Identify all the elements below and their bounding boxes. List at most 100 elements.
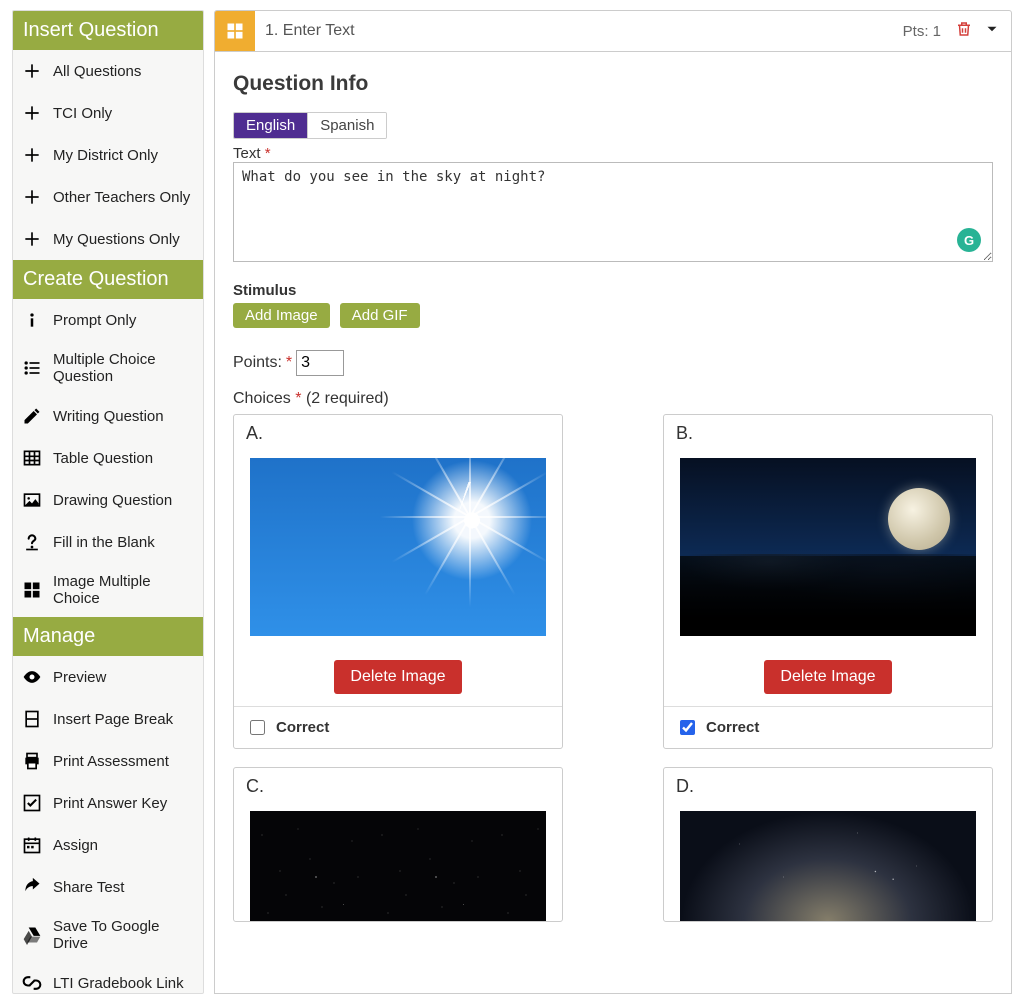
print-icon <box>21 750 43 772</box>
sidebar-item-table-question[interactable]: Table Question <box>13 437 203 479</box>
sidebar-item-label: Image Multiple Choice <box>53 573 195 607</box>
sidebar-item-label: Insert Page Break <box>53 711 173 728</box>
pencil-icon <box>21 405 43 427</box>
correct-label: Correct <box>276 719 329 736</box>
info-icon <box>21 309 43 331</box>
sidebar-section-title: Create Question <box>13 260 203 299</box>
sidebar-item-tci-only[interactable]: TCI Only <box>13 92 203 134</box>
sidebar-item-other-teachers-only[interactable]: Other Teachers Only <box>13 176 203 218</box>
sidebar-item-label: TCI Only <box>53 105 112 122</box>
sidebar-item-my-questions-only[interactable]: My Questions Only <box>13 218 203 260</box>
sidebar-item-insert-page-break[interactable]: Insert Page Break <box>13 698 203 740</box>
choice-letter: C. <box>234 768 562 797</box>
points-input[interactable] <box>296 350 344 376</box>
correct-checkbox[interactable] <box>250 720 265 735</box>
sidebar-item-print-answer-key[interactable]: Print Answer Key <box>13 782 203 824</box>
sidebar-item-my-district-only[interactable]: My District Only <box>13 134 203 176</box>
list-icon <box>21 357 43 379</box>
choice-image <box>234 797 562 921</box>
grammarly-icon[interactable]: G <box>957 228 981 252</box>
points-label: Points: <box>233 354 282 372</box>
sidebar-item-share-test[interactable]: Share Test <box>13 866 203 908</box>
correct-checkbox[interactable] <box>680 720 695 735</box>
sidebar-item-prompt-only[interactable]: Prompt Only <box>13 299 203 341</box>
sidebar-item-image-multiple-choice[interactable]: Image Multiple Choice <box>13 563 203 617</box>
question-info-heading: Question Info <box>233 72 993 96</box>
choice-card: C. <box>233 767 563 922</box>
text-field-label: Text * <box>233 145 993 162</box>
add-gif-button[interactable]: Add GIF <box>340 303 420 328</box>
choice-image <box>664 797 992 921</box>
choice-card: B. Delete Image Correct <box>663 414 993 749</box>
delete-question-icon[interactable] <box>949 20 979 42</box>
delete-image-button[interactable]: Delete Image <box>764 660 891 694</box>
choices-grid: A.Delete ImageCorrectB.Delete ImageCorre… <box>233 414 993 922</box>
question-body: Question Info English Spanish Text * G S… <box>214 52 1012 994</box>
choice-image <box>664 444 992 636</box>
drive-icon <box>21 924 43 946</box>
sidebar-item-assign[interactable]: Assign <box>13 824 203 866</box>
main: 1. Enter Text Pts: 1 Question Info Engli… <box>214 10 1012 994</box>
choice-letter: B. <box>664 415 992 444</box>
sidebar-item-drawing-question[interactable]: Drawing Question <box>13 479 203 521</box>
stimulus-label: Stimulus <box>233 282 993 299</box>
grid-icon <box>21 579 43 601</box>
sidebar-item-label: Table Question <box>53 450 153 467</box>
sidebar-item-label: Writing Question <box>53 408 164 425</box>
sidebar-item-all-questions[interactable]: All Questions <box>13 50 203 92</box>
add-image-button[interactable]: Add Image <box>233 303 330 328</box>
calendar-icon <box>21 834 43 856</box>
correct-row: Correct <box>664 706 992 748</box>
tab-english[interactable]: English <box>234 113 307 138</box>
sidebar-item-label: My District Only <box>53 147 158 164</box>
pagebreak-icon <box>21 708 43 730</box>
sidebar-item-label: Drawing Question <box>53 492 172 509</box>
sidebar-item-label: Assign <box>53 837 98 854</box>
sidebar-item-preview[interactable]: Preview <box>13 656 203 698</box>
delete-image-button[interactable]: Delete Image <box>334 660 461 694</box>
sidebar-item-save-to-google-drive[interactable]: Save To Google Drive <box>13 908 203 962</box>
collapse-icon[interactable] <box>979 20 1011 42</box>
sidebar-item-writing-question[interactable]: Writing Question <box>13 395 203 437</box>
choices-label: Choices * (2 required) <box>233 390 993 408</box>
plus-icon <box>21 144 43 166</box>
question-text-input[interactable] <box>233 162 993 262</box>
sidebar: Insert Question All Questions TCI Only My D… <box>12 10 204 994</box>
sidebar-item-label: Multiple Choice Question <box>53 351 195 385</box>
question-header: 1. Enter Text Pts: 1 <box>214 10 1012 52</box>
choice-letter: D. <box>664 768 992 797</box>
sidebar-item-fill-in-the-blank[interactable]: Fill in the Blank <box>13 521 203 563</box>
sidebar-item-label: LTI Gradebook Link <box>53 975 184 992</box>
sidebar-item-label: Share Test <box>53 879 124 896</box>
link-icon <box>21 972 43 994</box>
correct-row: Correct <box>234 706 562 748</box>
sidebar-item-lti-gradebook-link[interactable]: LTI Gradebook Link <box>13 962 203 994</box>
language-tabs: English Spanish <box>233 112 387 139</box>
tab-spanish[interactable]: Spanish <box>307 113 386 138</box>
sidebar-item-label: Print Assessment <box>53 753 169 770</box>
choice-card: A.Delete ImageCorrect <box>233 414 563 749</box>
sidebar-item-label: Save To Google Drive <box>53 918 195 952</box>
share-icon <box>21 876 43 898</box>
correct-label: Correct <box>706 719 759 736</box>
check-icon <box>21 792 43 814</box>
plus-icon <box>21 228 43 250</box>
drag-handle-icon[interactable] <box>215 10 255 52</box>
choice-card: D. <box>663 767 993 922</box>
sidebar-item-print-assessment[interactable]: Print Assessment <box>13 740 203 782</box>
sidebar-item-label: Print Answer Key <box>53 795 167 812</box>
sidebar-item-multiple-choice-question[interactable]: Multiple Choice Question <box>13 341 203 395</box>
sidebar-item-label: Other Teachers Only <box>53 189 190 206</box>
question-header-title: 1. Enter Text <box>255 22 903 40</box>
plus-icon <box>21 60 43 82</box>
image-icon <box>21 489 43 511</box>
question-points-badge: Pts: 1 <box>903 23 949 40</box>
sidebar-item-label: Preview <box>53 669 106 686</box>
eye-icon <box>21 666 43 688</box>
table-icon <box>21 447 43 469</box>
choice-image <box>234 444 562 636</box>
sidebar-item-label: All Questions <box>53 63 141 80</box>
sidebar-section-title: Insert Question <box>13 11 203 50</box>
plus-icon <box>21 186 43 208</box>
sidebar-item-label: Fill in the Blank <box>53 534 155 551</box>
